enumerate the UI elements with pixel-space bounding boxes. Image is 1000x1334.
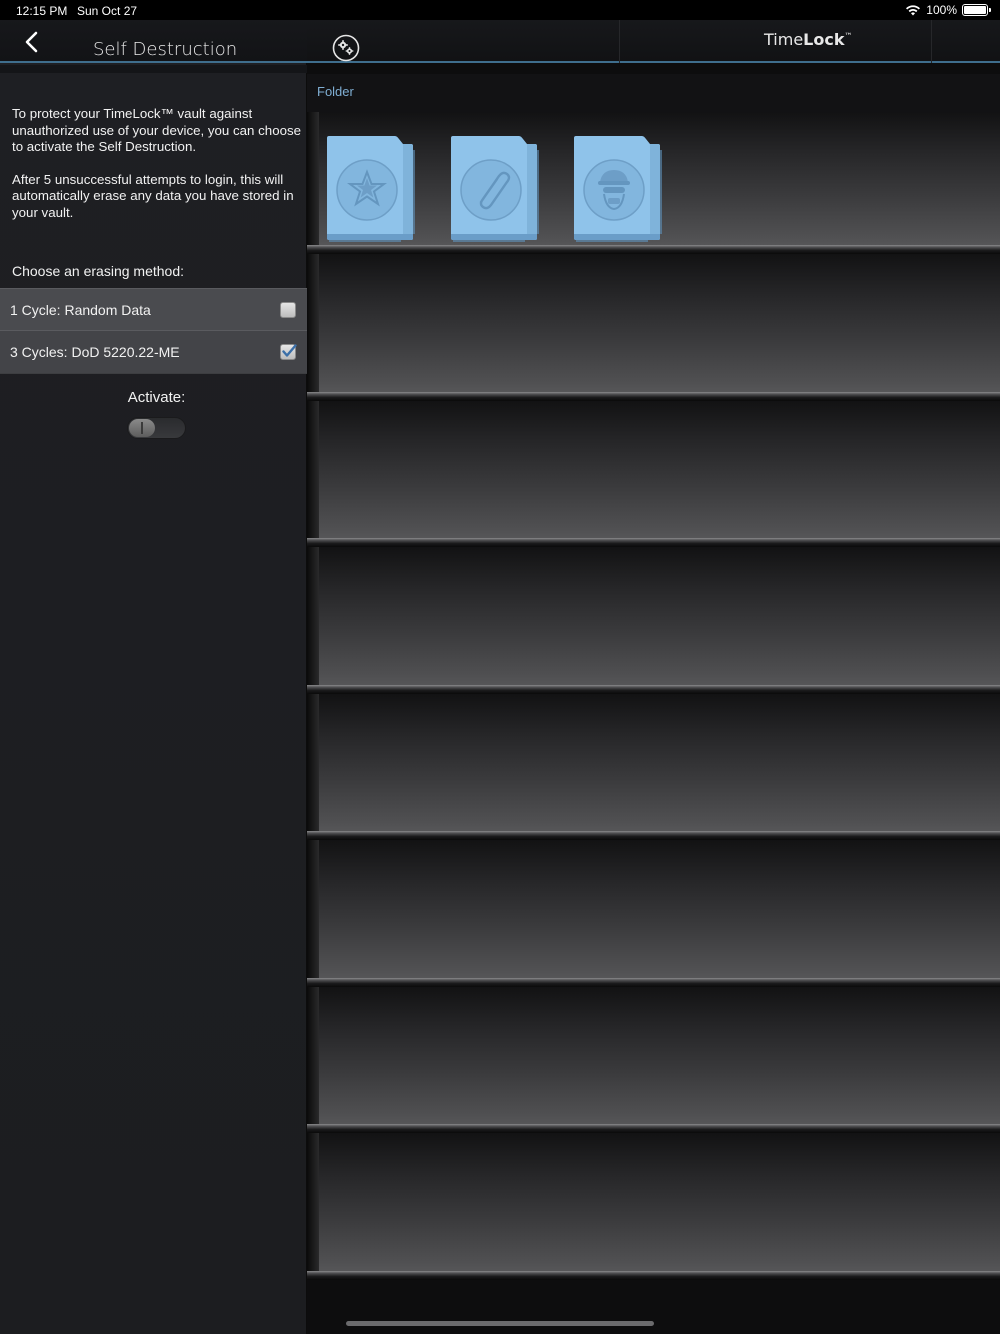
vault-area: TimeLock™ Folder: [307, 20, 1000, 1334]
shelf: [307, 1133, 1000, 1280]
intro-paragraph-2: After 5 unsuccessful attempts to login, …: [12, 171, 294, 220]
vault-header: TimeLock™: [307, 20, 1000, 63]
shelf: [307, 547, 1000, 694]
app-title-light: Time: [764, 30, 804, 49]
paperclip-folder-icon[interactable]: [449, 134, 545, 250]
method-label: 3 Cycles: DoD 5220.22-ME: [10, 344, 180, 360]
activate-toggle[interactable]: [127, 417, 186, 439]
method-label: 1 Cycle: Random Data: [10, 302, 151, 318]
method-checkbox-random[interactable]: [280, 302, 296, 318]
toggle-knob: [129, 419, 155, 437]
method-option-dod[interactable]: 3 Cycles: DoD 5220.22-ME: [0, 331, 307, 374]
activate-label: Activate:: [127, 389, 186, 406]
shelf: [307, 986, 1000, 1133]
home-indicator[interactable]: [346, 1321, 654, 1326]
status-date: Sun Oct 27: [77, 4, 138, 18]
header-divider: [931, 20, 932, 63]
wifi-icon: [906, 5, 921, 16]
folder-bar: Folder: [307, 74, 1000, 112]
shelf-edge: [307, 831, 1000, 840]
shelf-edge: [307, 1270, 1000, 1280]
shelf: [307, 400, 1000, 547]
back-chevron-icon[interactable]: [18, 28, 46, 56]
shelf: [307, 254, 1000, 401]
shelf: [307, 840, 1000, 987]
status-indicators: 100%: [905, 3, 991, 17]
settings-header: Self Destruction: [0, 20, 307, 63]
status-time: 12:15 PM: [16, 4, 68, 18]
status-bar: 12:15 PM Sun Oct 27 100%: [0, 0, 1000, 20]
battery-icon: [962, 4, 991, 16]
shelf-edge: [307, 977, 1000, 987]
checkmark-icon: [282, 344, 297, 357]
header-divider: [0, 65, 307, 73]
shelf-edge: [307, 538, 1000, 547]
shelf-edge: [307, 1124, 1000, 1133]
trademark-mark: ™: [844, 31, 853, 41]
method-option-random[interactable]: 1 Cycle: Random Data: [0, 288, 307, 331]
intro-paragraph-1: To protect your TimeLock™ vault against …: [12, 106, 302, 154]
app-title-bold: Lock: [803, 30, 845, 49]
intro-text: To protect your TimeLock™ vault against …: [12, 106, 302, 221]
app-title: TimeLock™: [764, 30, 852, 49]
shelf: [307, 112, 1000, 254]
shelf-edge: [307, 684, 1000, 694]
shelves: [307, 112, 1000, 1280]
settings-panel: Self Destruction To protect your TimeLoc…: [0, 20, 307, 1334]
method-checkbox-dod[interactable]: [280, 344, 297, 360]
erasing-method-label: Choose an erasing method:: [12, 263, 184, 279]
header-divider: [619, 20, 620, 63]
battery-percent: 100%: [926, 3, 957, 17]
shelf-edge: [307, 391, 1000, 401]
folder-label: Folder: [317, 84, 354, 99]
shelf: [307, 693, 1000, 840]
star-folder-icon[interactable]: [325, 134, 421, 250]
page-title: Self Destruction: [93, 39, 238, 60]
shelf-edge: [307, 245, 1000, 254]
erasing-method-list: 1 Cycle: Random Data 3 Cycles: DoD 5220.…: [0, 288, 307, 374]
agent-folder-icon[interactable]: [572, 134, 668, 250]
settings-gear-icon[interactable]: [332, 34, 360, 62]
